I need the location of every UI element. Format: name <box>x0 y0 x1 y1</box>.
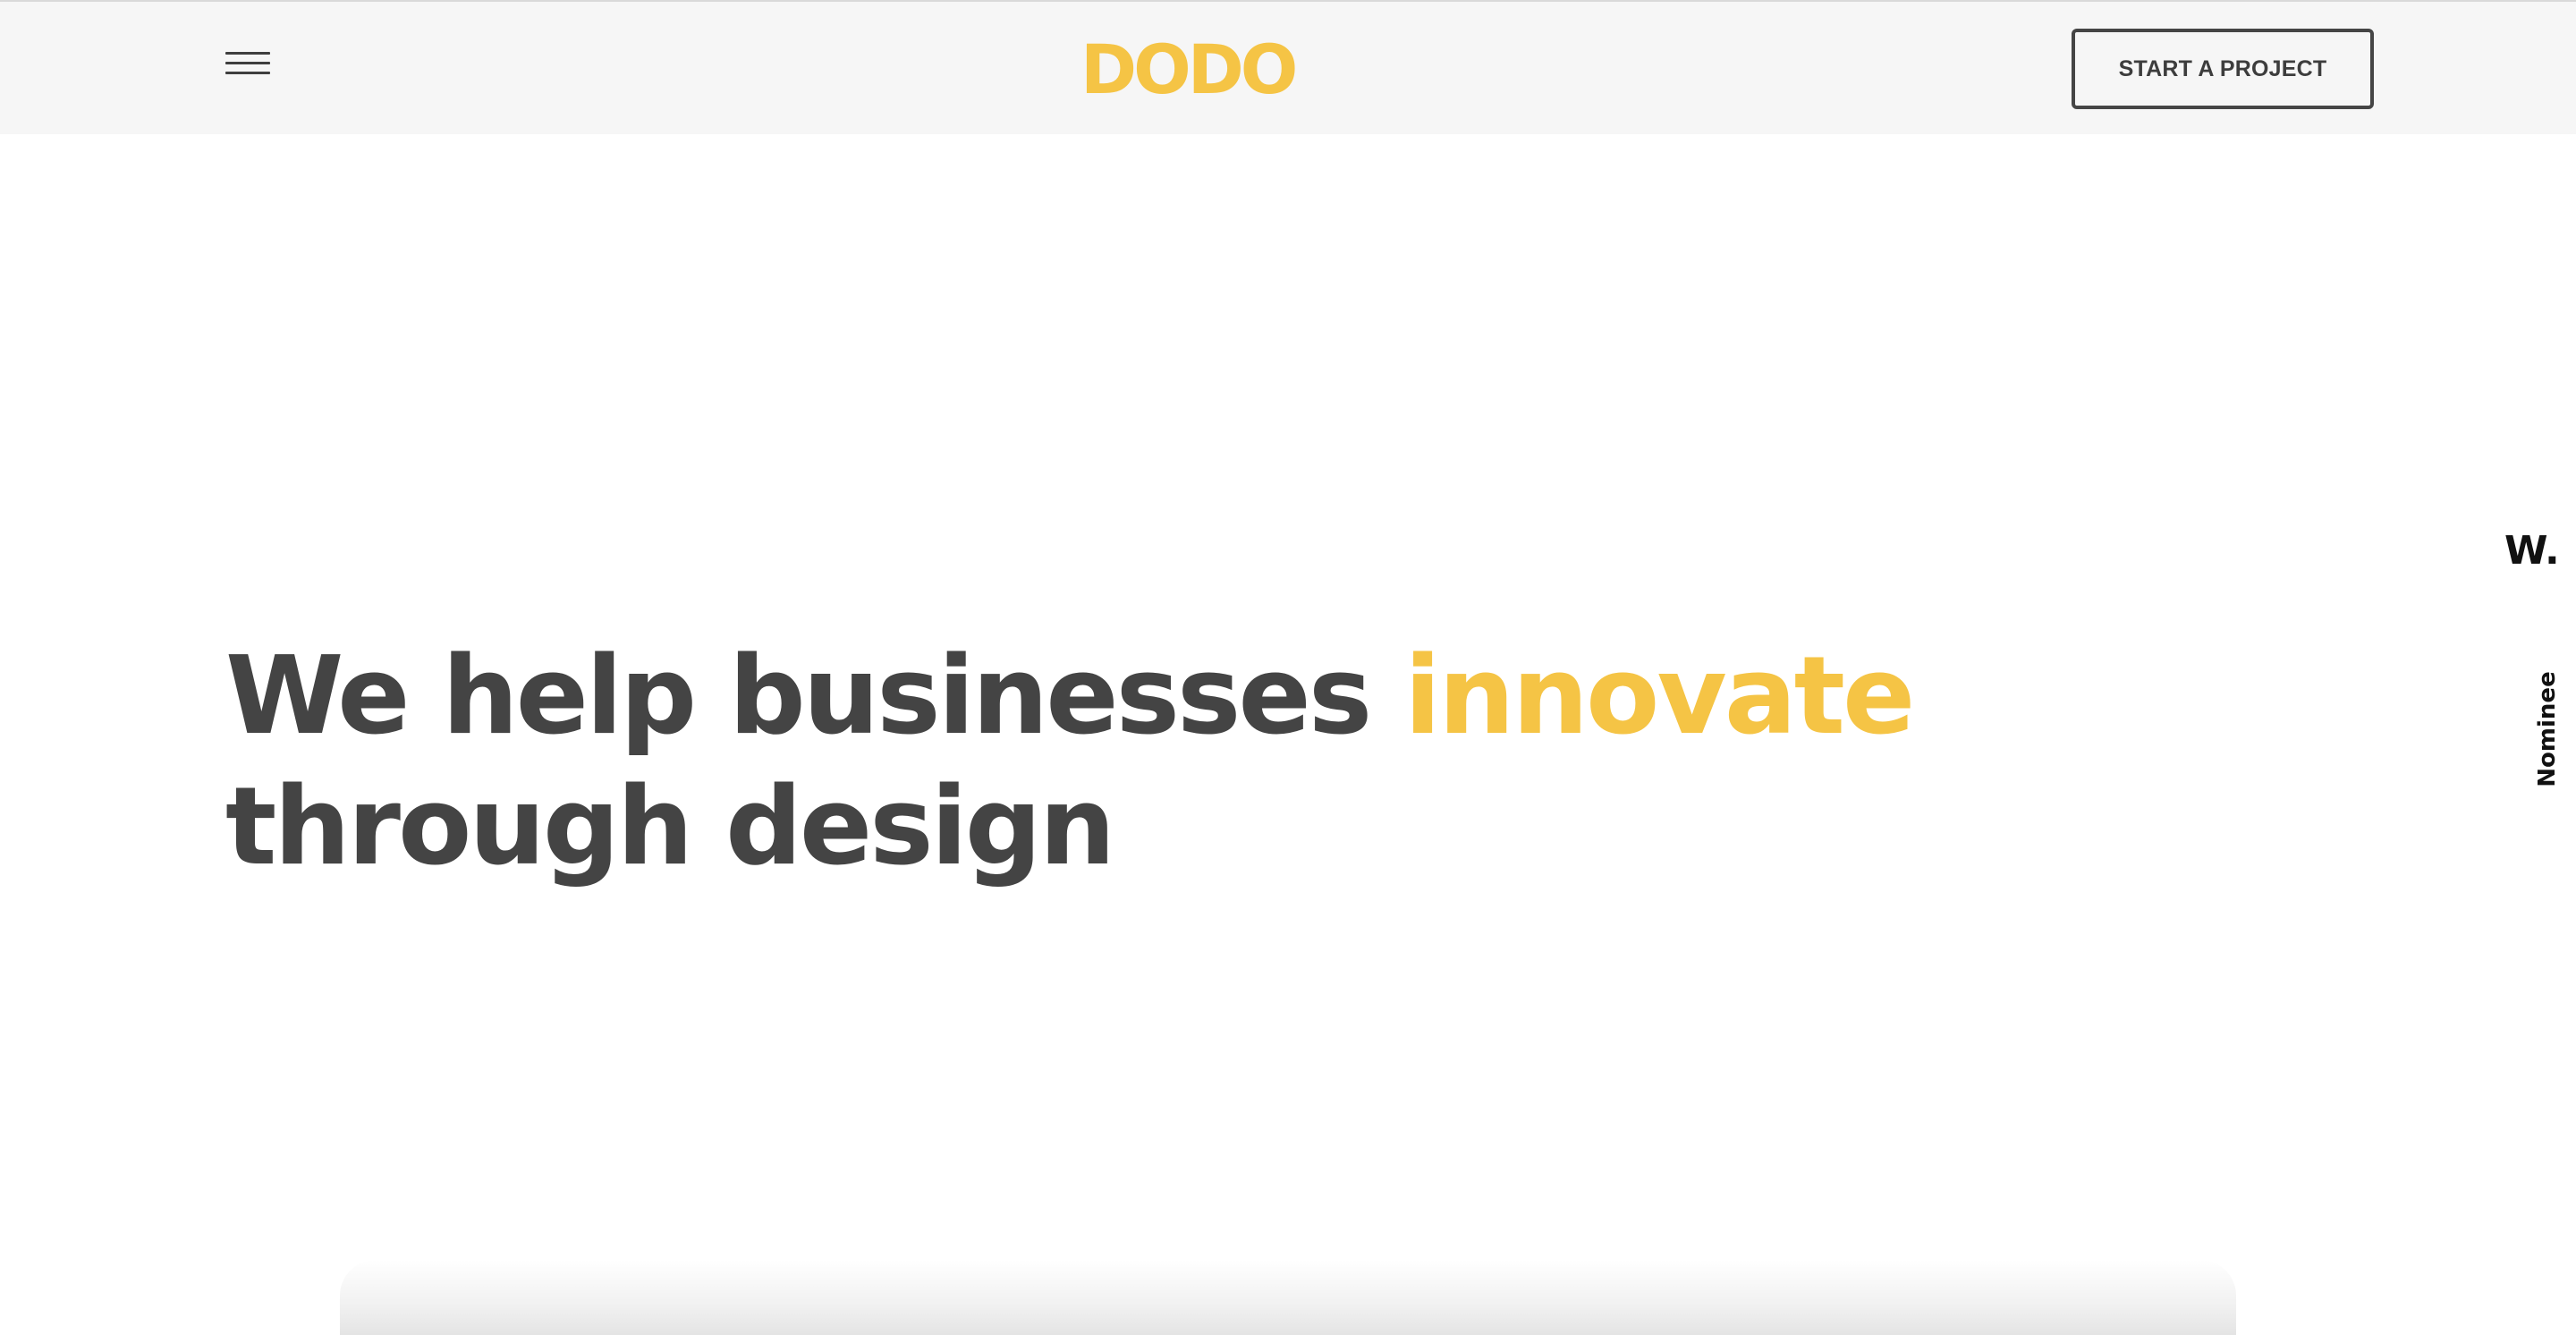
awwwards-logo[interactable]: W. <box>2504 524 2560 578</box>
start-project-button[interactable]: START A PROJECT <box>2072 29 2374 109</box>
site-header: DODO START A PROJECT <box>0 2 2576 134</box>
award-nominee-label: Nominee <box>2534 671 2561 787</box>
page: DODO START A PROJECT We help businesses … <box>0 0 2576 1335</box>
bottom-content-card-edge <box>340 1260 2236 1335</box>
hero-title-part: We help businesses <box>225 634 1405 759</box>
hero-title: We help businesses innovate through desig… <box>225 632 1925 893</box>
hamburger-icon-line <box>225 52 270 55</box>
hamburger-menu-button[interactable] <box>225 48 274 81</box>
hamburger-icon-line <box>225 72 270 74</box>
hero-title-accent: innovate <box>1404 634 1915 759</box>
hero-title-part: through design <box>225 765 1115 889</box>
hamburger-icon-line <box>225 62 270 64</box>
site-logo[interactable]: DODO <box>1080 34 1298 106</box>
